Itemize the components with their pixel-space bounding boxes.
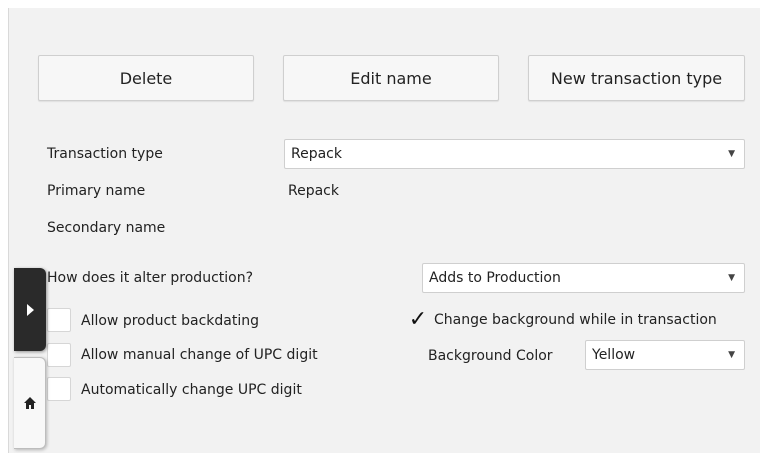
new-transaction-type-button[interactable]: New transaction type — [528, 55, 745, 101]
chevron-down-icon: ▼ — [728, 149, 735, 159]
home-button[interactable] — [14, 357, 46, 449]
background-color-label: Background Color — [428, 348, 553, 364]
secondary-name-label: Secondary name — [47, 220, 166, 236]
checkmark-icon: ✓ — [408, 307, 428, 332]
auto-change-upc-checkbox[interactable] — [47, 377, 71, 401]
play-arrow-icon — [26, 303, 34, 316]
allow-backdating-checkbox[interactable] — [47, 308, 71, 332]
alter-production-select[interactable]: Adds to Production ▼ — [422, 263, 745, 293]
auto-change-upc-label: Automatically change UPC digit — [81, 382, 302, 398]
transaction-type-label: Transaction type — [47, 146, 163, 162]
alter-production-label: How does it alter production? — [47, 270, 254, 286]
delete-button[interactable]: Delete — [38, 55, 254, 101]
drawer-toggle-button[interactable] — [14, 268, 46, 351]
edit-name-button[interactable]: Edit name — [283, 55, 499, 101]
change-background-label: Change background while in transaction — [434, 312, 717, 328]
alter-production-value: Adds to Production — [429, 270, 561, 286]
chevron-down-icon: ▼ — [728, 273, 735, 283]
transaction-type-value: Repack — [291, 146, 342, 162]
transaction-type-select[interactable]: Repack ▼ — [284, 139, 745, 169]
chevron-down-icon: ▼ — [728, 350, 735, 360]
primary-name-label: Primary name — [47, 183, 146, 199]
background-color-select[interactable]: Yellow ▼ — [585, 340, 745, 370]
allow-manual-upc-label: Allow manual change of UPC digit — [81, 347, 318, 363]
allow-backdating-label: Allow product backdating — [81, 313, 259, 329]
change-background-checkbox[interactable]: ✓ — [405, 308, 431, 332]
background-color-value: Yellow — [592, 347, 636, 363]
primary-name-value: Repack — [288, 183, 339, 199]
allow-manual-upc-checkbox[interactable] — [47, 343, 71, 367]
home-icon — [23, 397, 36, 409]
